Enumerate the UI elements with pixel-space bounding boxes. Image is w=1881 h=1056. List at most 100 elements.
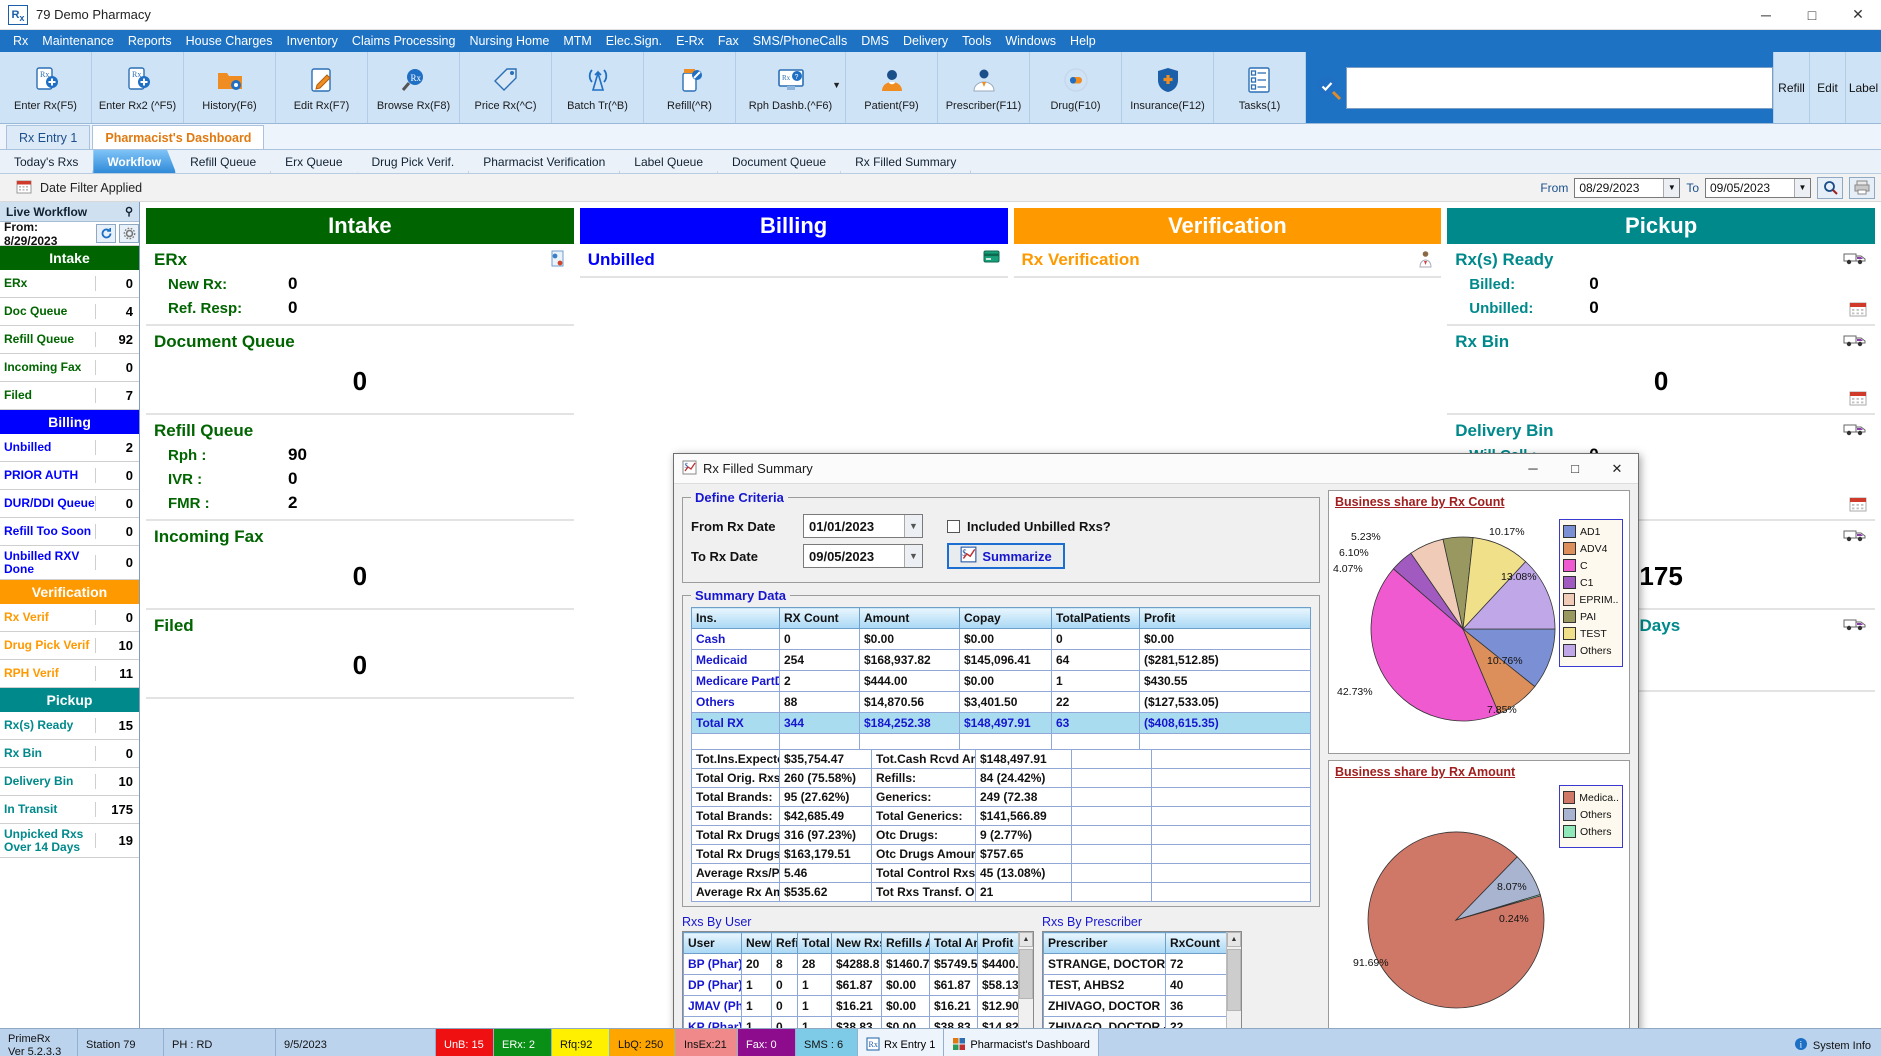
menu-item-e-rx[interactable]: E-Rx bbox=[669, 32, 711, 50]
rxs-by-user-grid[interactable]: UserNewRefiTotalNew RxsRefills ATotal Am… bbox=[682, 931, 1034, 1028]
column-header[interactable]: Total Am bbox=[929, 932, 978, 954]
column-header[interactable]: Profit bbox=[1139, 607, 1311, 629]
sub-tab-erx-queue[interactable]: Erx Queue bbox=[271, 150, 357, 173]
sidebar-item-drug-pick-verif[interactable]: Drug Pick Verif 10 bbox=[0, 632, 139, 660]
chevron-down-icon[interactable]: ▼ bbox=[832, 80, 841, 90]
sidebar-item-rx-bin[interactable]: Rx Bin 0 bbox=[0, 740, 139, 768]
rxs-by-prescriber-grid[interactable]: Prescriber RxCount STRANGE, DOCTOR 72 TEST,… bbox=[1042, 931, 1242, 1028]
column-header[interactable]: Ins. bbox=[691, 607, 780, 629]
column-header[interactable]: Refi bbox=[771, 932, 798, 954]
sidebar-item-incoming-fax[interactable]: Incoming Fax 0 bbox=[0, 354, 139, 382]
column-header[interactable]: New bbox=[741, 932, 772, 954]
table-row[interactable]: Cash 0 $0.00 $0.00 0 $0.00 bbox=[691, 628, 1311, 650]
column-header[interactable]: User bbox=[683, 932, 742, 954]
menu-item-house-charges[interactable]: House Charges bbox=[179, 32, 280, 50]
table-row[interactable]: Others 88 $14,870.56 $3,401.50 22 ($127,533.0… bbox=[691, 691, 1311, 713]
sidebar-item-rph-verif[interactable]: RPH Verif 11 bbox=[0, 660, 139, 688]
status-cell-ph-rd[interactable]: PH : RD bbox=[164, 1029, 276, 1056]
scroll-thumb[interactable] bbox=[1019, 949, 1033, 999]
column-header[interactable]: New Rxs bbox=[831, 932, 882, 954]
status-cell-sms-6[interactable]: SMS : 6 bbox=[796, 1029, 858, 1056]
dashboard-card-filed[interactable]: Filed 0 bbox=[146, 610, 574, 699]
dashboard-card-incoming-fax[interactable]: Incoming Fax 0 bbox=[146, 521, 574, 610]
table-row[interactable]: ZHIVAGO, DOCTOR 36 bbox=[1043, 995, 1228, 1017]
legend-item[interactable]: AD1 bbox=[1563, 525, 1619, 538]
doc-tab-pharmacist-s-dashboard[interactable]: Pharmacist's Dashboard bbox=[92, 125, 265, 149]
menu-item-mtm[interactable]: MTM bbox=[556, 32, 598, 50]
table-row[interactable]: Medicaid 254 $168,937.82 $145,096.41 64 ($281… bbox=[691, 649, 1311, 671]
dashboard-card-unbilled[interactable]: Unbilled bbox=[579, 244, 1008, 278]
status-tab-rx-entry-1[interactable]: Rx Rx Entry 1 bbox=[858, 1029, 945, 1056]
sidebar-item-filed[interactable]: Filed 7 bbox=[0, 382, 139, 410]
menu-item-rx[interactable]: Rx bbox=[6, 32, 35, 50]
summarize-button[interactable]: $ Summarize bbox=[947, 543, 1065, 569]
legend-item[interactable]: EPRIM... bbox=[1563, 593, 1619, 606]
menu-item-help[interactable]: Help bbox=[1063, 32, 1103, 50]
sidebar-item-doc-queue[interactable]: Doc Queue 4 bbox=[0, 298, 139, 326]
sub-tab-pharmacist-verification[interactable]: Pharmacist Verification bbox=[469, 150, 620, 173]
legend-item[interactable]: Others bbox=[1563, 825, 1619, 838]
column-header[interactable]: Total bbox=[797, 932, 832, 954]
column-header[interactable]: Amount bbox=[859, 607, 960, 629]
status-cell-primerx-ver-5-2-3-3[interactable]: PrimeRx Ver 5.2.3.3 bbox=[0, 1029, 78, 1056]
maximize-button[interactable]: □ bbox=[1789, 0, 1835, 30]
toolbar-rph-dashb-f6[interactable]: Rx? Rph Dashb.(^F6) ▼ bbox=[736, 52, 846, 123]
close-button[interactable]: ✕ bbox=[1835, 0, 1881, 30]
table-row[interactable]: KP (Phar) 1 0 1 $38.83 $0.00 $38.83 $14.82 bbox=[683, 1016, 1020, 1028]
status-tab-pharmacist-s-dashboard[interactable]: Pharmacist's Dashboard bbox=[944, 1029, 1099, 1056]
column-header[interactable]: Profit bbox=[977, 932, 1020, 954]
status-cell-fax-0[interactable]: Fax: 0 bbox=[738, 1029, 796, 1056]
legend-item[interactable]: C1 bbox=[1563, 576, 1619, 589]
dashboard-card-rx-s-ready[interactable]: Rx(s) Ready Billed: 0 Unbilled: 0 bbox=[1447, 244, 1875, 326]
table-row[interactable]: TEST, AHBS2 40 bbox=[1043, 974, 1228, 996]
refresh-icon[interactable] bbox=[96, 224, 117, 243]
chevron-down-icon[interactable]: ▼ bbox=[1663, 178, 1680, 197]
column-header[interactable]: Prescriber bbox=[1043, 932, 1166, 954]
toolbar-edit-rx-f7[interactable]: Edit Rx(F7) bbox=[276, 52, 368, 123]
chevron-down-icon[interactable]: ▼ bbox=[904, 545, 922, 567]
legend-item[interactable]: ADV4 bbox=[1563, 542, 1619, 555]
refill-button[interactable]: Refill bbox=[1773, 52, 1809, 123]
column-header[interactable]: Refills A bbox=[881, 932, 930, 954]
van-icon[interactable] bbox=[1843, 616, 1867, 636]
toolbar-tasks-1[interactable]: Tasks(1) bbox=[1214, 52, 1306, 123]
toolbar-drug-f10[interactable]: Drug(F10) bbox=[1030, 52, 1122, 123]
status-cell-9-5-2023[interactable]: 9/5/2023 bbox=[276, 1029, 436, 1056]
menu-item-dms[interactable]: DMS bbox=[854, 32, 896, 50]
sidebar-item-delivery-bin[interactable]: Delivery Bin 10 bbox=[0, 768, 139, 796]
scroll-thumb[interactable] bbox=[1227, 949, 1241, 1011]
label-button[interactable]: Label bbox=[1845, 52, 1881, 123]
calendar-icon[interactable] bbox=[1849, 301, 1867, 320]
chevron-down-icon[interactable]: ▼ bbox=[1794, 178, 1810, 197]
menu-item-nursing-home[interactable]: Nursing Home bbox=[462, 32, 556, 50]
sidebar-item-unbilled[interactable]: Unbilled 2 bbox=[0, 434, 139, 462]
erx-doc-icon[interactable] bbox=[550, 250, 566, 272]
legend-item[interactable]: Medica... bbox=[1563, 791, 1619, 804]
rxs-by-prescriber-scrollbar[interactable]: ▲ ▼ bbox=[1226, 932, 1241, 1028]
menu-item-reports[interactable]: Reports bbox=[121, 32, 179, 50]
filter-print-button[interactable] bbox=[1849, 176, 1875, 199]
status-cell-rfq-92[interactable]: Rfq:92 bbox=[552, 1029, 610, 1056]
status-cell-station-79[interactable]: Station 79 bbox=[78, 1029, 164, 1056]
pin-icon[interactable]: ⚲ bbox=[125, 205, 133, 218]
menu-item-windows[interactable]: Windows bbox=[998, 32, 1063, 50]
sidebar-item-erx[interactable]: ERx 0 bbox=[0, 270, 139, 298]
van-icon[interactable] bbox=[1843, 421, 1867, 441]
toolbar-patient-f9[interactable]: Patient(F9) bbox=[846, 52, 938, 123]
legend-item[interactable]: C bbox=[1563, 559, 1619, 572]
dashboard-card-erx[interactable]: ERx New Rx: 0 Ref. Resp: 0 bbox=[146, 244, 574, 326]
calendar-icon[interactable] bbox=[1849, 390, 1867, 409]
toolbar-history-f6[interactable]: History(F6) bbox=[184, 52, 276, 123]
menu-item-fax[interactable]: Fax bbox=[711, 32, 746, 50]
included-unbilled-checkbox-wrap[interactable]: Included Unbilled Rxs? bbox=[947, 519, 1111, 534]
scroll-up-icon[interactable]: ▲ bbox=[1227, 932, 1241, 947]
van-icon[interactable] bbox=[1843, 250, 1867, 270]
column-header[interactable]: RxCount bbox=[1165, 932, 1228, 954]
from-rx-date-input[interactable]: 01/01/2023 ▼ bbox=[803, 514, 923, 538]
sidebar-item-refill-too-soon[interactable]: Refill Too Soon 0 bbox=[0, 518, 139, 546]
doc-tab-rx-entry-1[interactable]: Rx Entry 1 bbox=[6, 125, 91, 149]
menu-item-claims-processing[interactable]: Claims Processing bbox=[345, 32, 463, 50]
column-header[interactable]: TotalPatients bbox=[1051, 607, 1140, 629]
chevron-down-icon[interactable]: ▼ bbox=[904, 515, 922, 537]
status-cell-insex-21[interactable]: InsEx:21 bbox=[676, 1029, 738, 1056]
